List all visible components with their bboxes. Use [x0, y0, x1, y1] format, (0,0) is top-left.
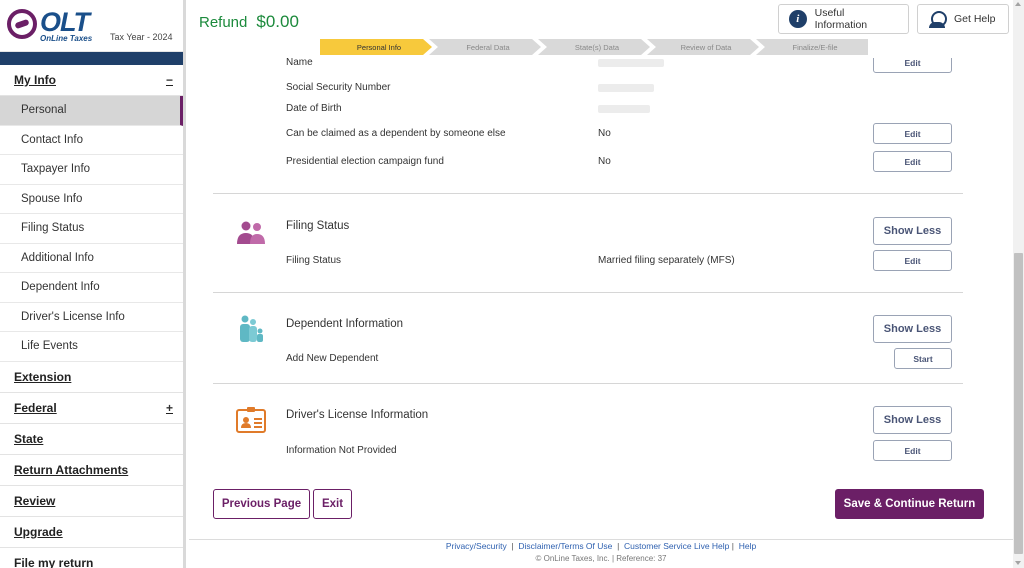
- get-help-button[interactable]: Get Help: [917, 4, 1009, 34]
- privacy-security-link[interactable]: Privacy/Security: [446, 541, 507, 551]
- nav-section-label: Upgrade: [14, 524, 63, 539]
- save-continue-button[interactable]: Save & Continue Return: [835, 489, 984, 519]
- divider: [213, 292, 963, 293]
- customer-service-link[interactable]: Customer Service Live Help: [624, 541, 729, 551]
- useful-information-label: Useful Information: [814, 7, 868, 31]
- ssn-value-redacted: [598, 84, 654, 92]
- expand-icon[interactable]: +: [166, 401, 173, 415]
- nav-section-label: Extension: [14, 369, 72, 384]
- top-bar: Refund $0.00 i Useful Information Get Hel…: [189, 0, 1013, 58]
- refund-label: Refund: [199, 14, 248, 31]
- nav-section-label: File my return: [14, 555, 94, 568]
- divider: [213, 383, 963, 384]
- scrollbar[interactable]: [1013, 0, 1024, 568]
- sidebar-item-spouse-info[interactable]: Spouse Info: [0, 185, 183, 214]
- exit-button[interactable]: Exit: [313, 489, 352, 519]
- nav-section-label: Return Attachments: [14, 462, 129, 477]
- sidebar-item-drivers-license-info[interactable]: Driver's License Info: [0, 303, 183, 332]
- step-federal-data: Federal Data: [429, 39, 541, 55]
- dob-label: Date of Birth: [286, 103, 342, 114]
- logo[interactable]: OLT OnLine Taxes Tax Year - 2024: [0, 0, 183, 52]
- id-card-icon: [236, 407, 266, 433]
- couple-icon: [237, 221, 265, 244]
- edit-filing-status-button[interactable]: Edit: [873, 250, 952, 271]
- nav-section-label: State: [14, 431, 44, 446]
- sidebar-item-dependent-info[interactable]: Dependent Info: [0, 273, 183, 303]
- logo-subtitle: OnLine Taxes: [40, 34, 93, 43]
- sidebar-item-additional-info[interactable]: Additional Info: [0, 244, 183, 273]
- edit-dependent-claim-button[interactable]: Edit: [873, 123, 952, 144]
- nav-section-extension[interactable]: Extension: [0, 362, 183, 393]
- disclaimer-terms-link[interactable]: Disclaimer/Terms Of Use: [518, 541, 612, 551]
- nav-section-label: My Info: [14, 73, 56, 87]
- nav-section-file-my-return[interactable]: File my return: [0, 548, 183, 568]
- sidebar: OLT OnLine Taxes Tax Year - 2024 My Info…: [0, 0, 186, 568]
- agent-icon: [928, 10, 947, 28]
- drivers-license-title: Driver's License Information: [286, 409, 429, 421]
- progress-steps: Personal Info Federal Data State(s) Data…: [320, 39, 868, 55]
- edit-drivers-license-button[interactable]: Edit: [873, 440, 952, 461]
- scroll-down-icon[interactable]: [1015, 561, 1021, 565]
- sidebar-band: [0, 52, 183, 65]
- previous-page-button[interactable]: Previous Page: [213, 489, 310, 519]
- logo-mark-icon: [7, 9, 37, 39]
- dependent-claim-label: Can be claimed as a dependent by someone…: [286, 128, 506, 139]
- filing-status-title: Filing Status: [286, 220, 350, 232]
- nav-section-federal[interactable]: Federal +: [0, 393, 183, 424]
- collapse-icon[interactable]: −: [166, 73, 173, 87]
- dob-value-redacted: [598, 105, 650, 113]
- add-new-dependent-label: Add New Dependent: [286, 353, 379, 364]
- scrollbar-thumb[interactable]: [1014, 253, 1023, 554]
- footer: Previous Page Exit Save & Continue Retur…: [189, 464, 1013, 568]
- dependent-information-title: Dependent Information: [286, 318, 403, 330]
- nav-section-review[interactable]: Review: [0, 486, 183, 517]
- step-states-data: State(s) Data: [538, 39, 650, 55]
- nav-section-return-attachments[interactable]: Return Attachments: [0, 455, 183, 486]
- footer-links: Privacy/Security | Disclaimer/Terms Of U…: [445, 541, 757, 551]
- refund-display: Refund $0.00: [199, 12, 299, 32]
- nav-section-label: Federal: [14, 400, 57, 415]
- scroll-up-icon[interactable]: [1015, 2, 1021, 6]
- step-finalize-efile: Finalize/E-file: [756, 39, 868, 55]
- campaign-fund-value: No: [598, 156, 611, 167]
- content-area: Name Edit Social Security Number Date of…: [189, 58, 1013, 464]
- sidebar-item-taxpayer-info[interactable]: Taxpayer Info: [0, 155, 183, 185]
- sidebar-item-personal[interactable]: Personal: [0, 96, 183, 126]
- nav-section-state[interactable]: State: [0, 424, 183, 455]
- main-panel: Refund $0.00 i Useful Information Get Hel…: [189, 0, 1013, 568]
- nav-section-my-info[interactable]: My Info −: [0, 65, 183, 96]
- edit-name-button[interactable]: Edit: [873, 58, 952, 73]
- drivers-license-show-less-button[interactable]: Show Less: [873, 406, 952, 434]
- step-personal-info: Personal Info: [320, 39, 432, 55]
- tax-year: Tax Year - 2024: [110, 32, 173, 42]
- sidebar-item-life-events[interactable]: Life Events: [0, 332, 183, 362]
- help-link[interactable]: Help: [739, 541, 756, 551]
- name-value-redacted: [598, 59, 664, 67]
- nav-section-label: Review: [14, 493, 56, 508]
- sidebar-item-filing-status[interactable]: Filing Status: [0, 214, 183, 244]
- refund-amount: $0.00: [256, 12, 299, 31]
- drivers-license-status-label: Information Not Provided: [286, 445, 397, 456]
- footer-divider: [189, 539, 1013, 540]
- start-dependent-button[interactable]: Start: [894, 348, 952, 369]
- step-review-of-data: Review of Data: [647, 39, 759, 55]
- get-help-label: Get Help: [954, 13, 996, 25]
- dependent-claim-value: No: [598, 128, 611, 139]
- filing-status-show-less-button[interactable]: Show Less: [873, 217, 952, 245]
- filing-status-label: Filing Status: [286, 255, 342, 266]
- divider: [213, 193, 963, 194]
- info-icon: i: [789, 10, 807, 28]
- campaign-fund-label: Presidential election campaign fund: [286, 156, 444, 167]
- dependent-information-show-less-button[interactable]: Show Less: [873, 315, 952, 343]
- family-icon: [240, 315, 263, 342]
- ssn-label: Social Security Number: [286, 82, 391, 93]
- name-label: Name: [286, 58, 313, 68]
- copyright: © OnLine Taxes, Inc. | Reference: 37: [535, 554, 667, 563]
- filing-status-value: Married filing separately (MFS): [598, 255, 735, 266]
- nav-section-upgrade[interactable]: Upgrade: [0, 517, 183, 548]
- edit-campaign-fund-button[interactable]: Edit: [873, 151, 952, 172]
- useful-information-button[interactable]: i Useful Information: [778, 4, 909, 34]
- sidebar-item-contact-info[interactable]: Contact Info: [0, 126, 183, 155]
